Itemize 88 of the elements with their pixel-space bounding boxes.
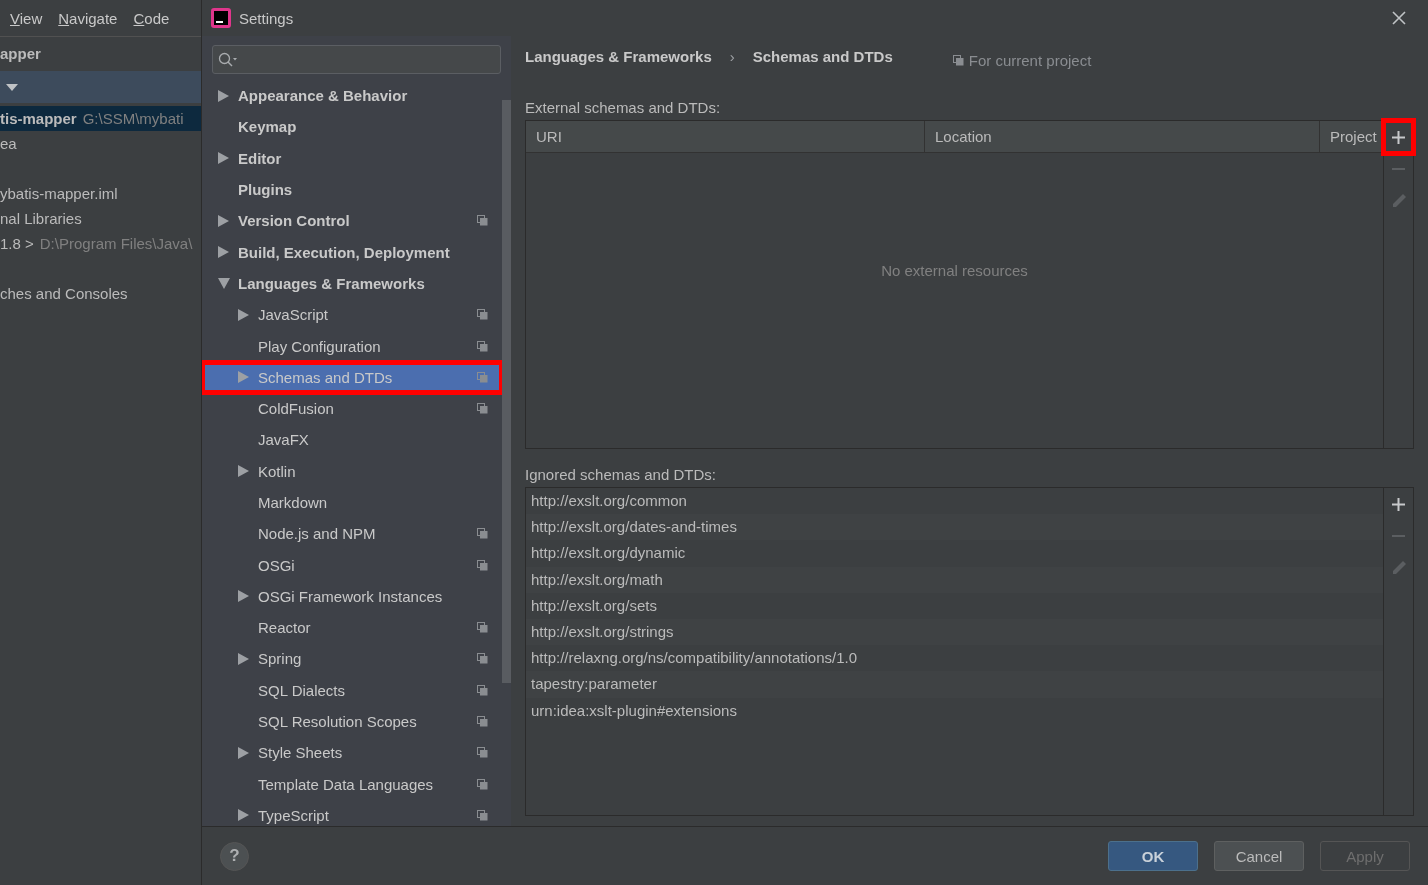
settings-item[interactable]: Kotlin <box>202 455 502 487</box>
settings-item[interactable]: Style Sheets <box>202 737 502 769</box>
expand-arrow-icon <box>238 590 249 603</box>
settings-item[interactable]: ColdFusion <box>202 392 502 425</box>
settings-item[interactable]: SQL Resolution Scopes <box>202 705 502 738</box>
copy-icon <box>477 309 488 321</box>
settings-item[interactable]: Play Configuration <box>202 330 502 362</box>
tree-item[interactable]: 1.8 > D:\Program Files\Java\ <box>0 231 201 256</box>
copy-icon <box>952 54 964 66</box>
search-field[interactable] <box>212 45 501 74</box>
menu-item[interactable]: Code <box>133 9 170 27</box>
expand-arrow-icon <box>218 152 229 165</box>
scope-label: For current project <box>968 51 1092 69</box>
expand-arrow-icon <box>218 246 229 259</box>
breadcrumb-item: Languages & Frameworks <box>525 47 712 65</box>
copy-icon <box>477 778 488 790</box>
copy-icon <box>477 215 488 227</box>
settings-item[interactable]: OSGi Framework Instances <box>202 580 502 613</box>
tree-item[interactable]: nal Libraries <box>0 206 201 231</box>
copy-icon <box>477 809 488 821</box>
expand-arrow-icon <box>238 653 249 665</box>
tree-item[interactable]: ches and Consoles <box>0 281 201 306</box>
window-title: Settings <box>239 9 294 27</box>
settings-item[interactable]: JavaScript <box>202 299 502 331</box>
expand-arrow-icon <box>238 465 249 478</box>
expand-arrow-icon <box>218 214 229 227</box>
breadcrumb-item: Schemas and DTDs <box>752 47 893 65</box>
menu-item[interactable]: View <box>10 9 43 27</box>
column-header[interactable]: Project <box>1320 121 1383 152</box>
copy-icon <box>477 716 488 728</box>
settings-item[interactable]: Spring <box>202 643 502 675</box>
empty-message: No external resources <box>881 262 1028 279</box>
column-header[interactable]: URI <box>526 121 925 152</box>
column-header[interactable]: Location <box>925 121 1320 152</box>
dialog-button[interactable]: Cancel <box>1214 841 1304 871</box>
collapse-arrow-icon <box>218 277 230 289</box>
settings-item[interactable]: Reactor <box>202 612 502 644</box>
plus-icon <box>1392 497 1405 511</box>
section-label: Ignored schemas and DTDs: <box>525 465 717 485</box>
copy-icon <box>477 747 488 759</box>
breadcrumb-separator: › <box>728 47 736 65</box>
settings-item[interactable]: Keymap <box>202 111 502 143</box>
settings-item[interactable]: JavaFX <box>202 424 502 456</box>
expand-arrow-icon <box>218 89 229 102</box>
settings-item[interactable]: Plugins <box>202 173 502 206</box>
settings-item[interactable]: Template Data Languages <box>202 768 502 800</box>
help-button[interactable]: ? <box>220 841 249 871</box>
expand-arrow-icon <box>238 746 249 759</box>
caret-icon[interactable] <box>6 83 18 91</box>
copy-icon <box>477 340 488 352</box>
minus-icon <box>1392 535 1405 537</box>
settings-item[interactable]: SQL Dialects <box>202 674 502 706</box>
settings-item[interactable]: Schemas and DTDs <box>202 361 502 393</box>
expand-arrow-icon <box>238 809 249 822</box>
expand-arrow-icon <box>238 371 249 384</box>
copy-icon <box>477 528 488 540</box>
copy-icon <box>477 684 488 696</box>
minus-icon <box>1392 168 1405 170</box>
settings-item[interactable]: Version Control <box>202 205 502 237</box>
pencil-icon <box>1390 193 1407 209</box>
add-button[interactable] <box>1384 121 1413 153</box>
tree-item[interactable]: ea <box>0 131 201 156</box>
tree-item[interactable]: ybatis-mapper.iml <box>0 181 201 206</box>
expand-arrow-icon <box>238 308 249 321</box>
tree-item[interactable]: tis-mapper G:\SSM\mybati <box>0 106 201 131</box>
scrollbar-thumb[interactable] <box>502 100 511 683</box>
settings-item[interactable]: Appearance & Behavior <box>202 80 502 112</box>
settings-item[interactable]: Languages & Frameworks <box>202 267 502 300</box>
settings-item[interactable]: Markdown <box>202 486 502 519</box>
search-icon <box>218 51 238 68</box>
section-label: External schemas and DTDs: <box>525 98 722 118</box>
plus-icon <box>1392 130 1405 144</box>
project-title: apper <box>0 44 42 64</box>
close-icon[interactable] <box>1392 11 1406 25</box>
settings-item[interactable]: TypeScript <box>202 799 502 826</box>
copy-icon <box>477 559 488 571</box>
menu-item[interactable]: Navigate <box>58 9 118 27</box>
settings-item[interactable]: OSGi <box>202 549 502 581</box>
copy-icon <box>477 653 488 665</box>
pencil-icon <box>1390 560 1407 576</box>
copy-icon <box>477 403 488 415</box>
copy-icon <box>477 371 488 383</box>
settings-item[interactable]: Node.js and NPM <box>202 518 502 550</box>
settings-item[interactable]: Build, Execution, Deployment <box>202 236 502 268</box>
app-icon <box>211 8 231 28</box>
settings-item[interactable]: Editor <box>202 142 502 174</box>
copy-icon <box>477 622 488 634</box>
dialog-button[interactable]: OK <box>1108 841 1198 871</box>
